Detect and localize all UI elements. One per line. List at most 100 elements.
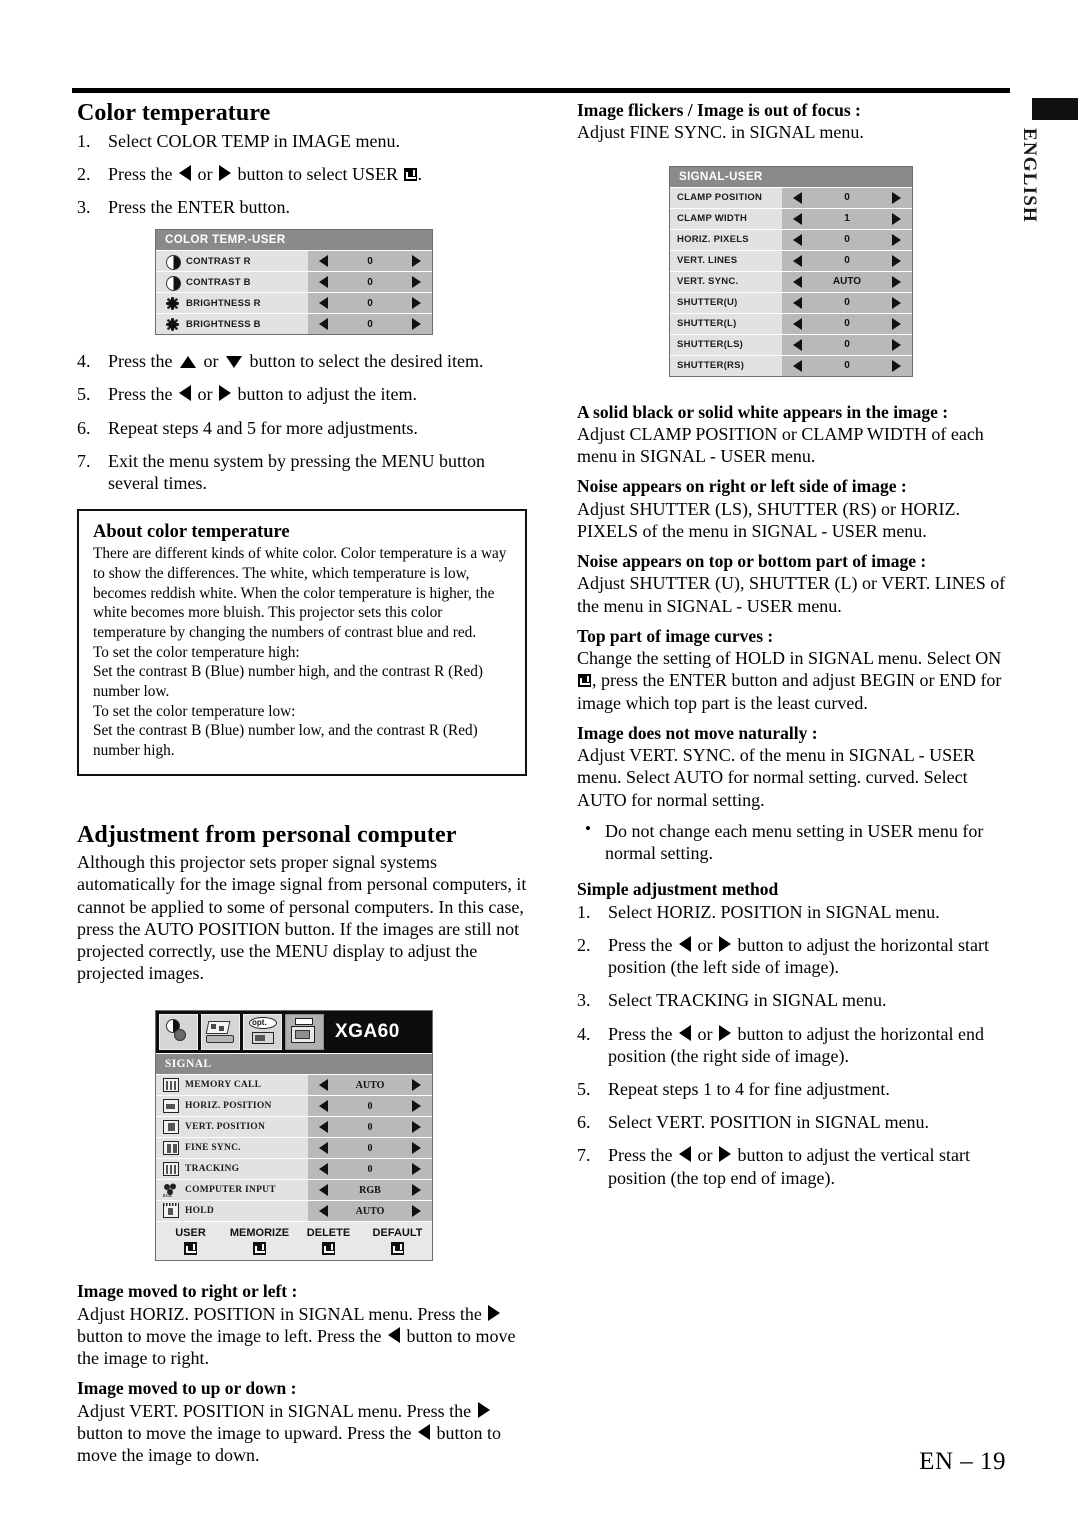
trouble-body-flicker: Adjust FINE SYNC. in SIGNAL menu. xyxy=(577,122,864,143)
menu-row-shutter-u[interactable]: SHUTTER(U) 0 xyxy=(670,291,912,313)
signal-menu[interactable]: opt. XGA60 SIGNAL MEMORY CALL AUTO HORIZ… xyxy=(155,1010,433,1262)
right-arrow-icon xyxy=(719,935,731,952)
row-value-control[interactable]: 0 xyxy=(308,1096,432,1117)
list-item: Do not change each menu setting in USER … xyxy=(577,819,1017,864)
row-value-control[interactable]: 0 xyxy=(308,1138,432,1159)
menu-row-fine-sync[interactable]: FINE SYNC. 0 xyxy=(156,1137,432,1159)
menu-row-vert-position[interactable]: VERT. POSITION 0 xyxy=(156,1116,432,1138)
menu-row-vert-sync[interactable]: VERT. SYNC. AUTO xyxy=(670,270,912,292)
menu-row-contrast-b[interactable]: CONTRAST B 0 xyxy=(156,271,432,293)
menu-row-horiz-position[interactable]: HORIZ. POSITION 0 xyxy=(156,1095,432,1117)
installation-tab-icon[interactable] xyxy=(201,1014,240,1051)
menu-row-clamp-position[interactable]: CLAMP POSITION 0 xyxy=(670,186,912,208)
button-label: MEMORIZE xyxy=(229,1227,290,1240)
left-arrow-icon xyxy=(679,1146,691,1163)
step-text-after: button to select USER xyxy=(237,163,399,184)
row-value-control[interactable]: 1 xyxy=(782,208,912,229)
memorize-button[interactable]: MEMORIZE xyxy=(225,1227,294,1256)
row-value-control[interactable]: 0 xyxy=(782,355,912,376)
signal-user-menu[interactable]: SIGNAL-USER CLAMP POSITION 0 CLAMP WIDTH… xyxy=(669,165,913,377)
trouble-body-noise-topbottom: Adjust SHUTTER (U), SHUTTER (L) or VERT.… xyxy=(577,573,1006,616)
menu-row-shutter-rs[interactable]: SHUTTER(RS) 0 xyxy=(670,354,912,376)
menu-row-horiz-pixels[interactable]: HORIZ. PIXELS 0 xyxy=(670,228,912,250)
step-text-mid: or xyxy=(697,1145,713,1166)
step-text-mid: or xyxy=(697,1023,713,1044)
row-value-control[interactable]: 0 xyxy=(308,1117,432,1138)
menu-row-clamp-width[interactable]: CLAMP WIDTH 1 xyxy=(670,207,912,229)
row-value-control[interactable]: 0 xyxy=(782,187,912,208)
right-arrow-icon xyxy=(719,1146,731,1163)
row-value-control[interactable]: 0 xyxy=(782,292,912,313)
menu-row-contrast-r[interactable]: CONTRAST R 0 xyxy=(156,250,432,272)
row-value-control[interactable]: RGB xyxy=(308,1180,432,1201)
step-item: 3. Press the ENTER button. xyxy=(77,196,527,218)
step-number: 5. xyxy=(577,1079,591,1099)
section-title-adjustment: Adjustment from personal computer xyxy=(77,821,457,848)
row-label: SHUTTER(RS) xyxy=(677,360,745,372)
about-color-temperature-box: About color temperature There are differ… xyxy=(77,509,527,776)
menu-tab-bar[interactable]: opt. XGA60 xyxy=(156,1011,432,1054)
menu-row-brightness-r[interactable]: BRIGHTNESS R 0 xyxy=(156,292,432,314)
row-value-control[interactable]: 0 xyxy=(308,314,432,335)
row-value-control[interactable]: 0 xyxy=(308,293,432,314)
menu-row-shutter-l[interactable]: SHUTTER(L) 0 xyxy=(670,312,912,334)
menu-title: SIGNAL xyxy=(156,1053,432,1075)
menu-row-vert-lines[interactable]: VERT. LINES 0 xyxy=(670,249,912,271)
row-value-control[interactable]: AUTO xyxy=(782,271,912,292)
memory-call-icon xyxy=(163,1078,179,1093)
menu-title: COLOR TEMP.-USER xyxy=(156,230,432,251)
default-button[interactable]: DEFAULT xyxy=(363,1227,432,1256)
step-text-after: button to select the desired item. xyxy=(249,351,484,372)
row-label: BRIGHTNESS R xyxy=(186,297,261,309)
step-number: 4. xyxy=(77,351,91,372)
enter-key-icon xyxy=(403,167,417,181)
enter-key-icon xyxy=(391,1242,404,1256)
menu-row-hold[interactable]: HOLD AUTO xyxy=(156,1200,432,1222)
option-tab-icon[interactable]: opt. xyxy=(243,1014,282,1051)
step-item: 6. Repeat steps 4 and 5 for more adjustm… xyxy=(77,417,527,439)
step-text: Press the ENTER button. xyxy=(108,197,290,218)
row-value-control[interactable]: 0 xyxy=(308,251,432,272)
vert-position-icon xyxy=(163,1120,179,1135)
row-value: 0 xyxy=(367,318,373,330)
enter-key-icon xyxy=(578,674,591,688)
menu-row-tracking[interactable]: TRACKING 0 xyxy=(156,1158,432,1180)
step-number: 7. xyxy=(577,1145,591,1166)
menu-row-shutter-ls[interactable]: SHUTTER(LS) 0 xyxy=(670,333,912,355)
step-item: 5. Press the or button to adjust the ite… xyxy=(77,383,527,405)
tracking-icon xyxy=(163,1162,179,1177)
image-tab-icon[interactable] xyxy=(159,1014,198,1051)
row-value-control[interactable]: 0 xyxy=(782,334,912,355)
step-text-mid: or xyxy=(197,384,213,405)
row-value-control[interactable]: 0 xyxy=(308,1159,432,1180)
note-paragraph: There are different kinds of white color… xyxy=(93,545,507,641)
signal-tab-icon[interactable] xyxy=(285,1014,324,1051)
row-value-control[interactable]: AUTO xyxy=(308,1075,432,1096)
menu-row-computer-input[interactable]: COMPUTER INPUT RGB xyxy=(156,1179,432,1201)
header-rule xyxy=(72,88,1010,93)
page-number: EN – 19 xyxy=(919,1448,1006,1475)
menu-row-memory-call[interactable]: MEMORY CALL AUTO xyxy=(156,1074,432,1096)
step-item: 1. Select COLOR TEMP in IMAGE menu. xyxy=(77,130,527,152)
step-text: Repeat steps 4 and 5 for more adjustment… xyxy=(108,417,418,438)
row-value: AUTO xyxy=(832,276,862,288)
row-value-control[interactable]: AUTO xyxy=(308,1201,432,1222)
row-value-control[interactable]: 0 xyxy=(782,313,912,334)
step-item: 1. Select HORIZ. POSITION in SIGNAL menu… xyxy=(577,901,1017,923)
step-text-end: . xyxy=(417,163,423,184)
trouble-body-solid-color: Adjust CLAMP POSITION or CLAMP WIDTH of … xyxy=(577,423,984,467)
step-text: Select TRACKING in SIGNAL menu. xyxy=(608,990,887,1011)
row-label: COMPUTER INPUT xyxy=(185,1185,276,1196)
step-number: 1. xyxy=(577,901,591,922)
delete-button[interactable]: DELETE xyxy=(294,1227,363,1256)
step-item: 2. Press the or button to select USER . xyxy=(77,163,527,185)
color-temp-user-menu[interactable]: COLOR TEMP.-USER CONTRAST R 0 CONTRAST B xyxy=(155,229,433,336)
menu-row-brightness-b[interactable]: BRIGHTNESS B 0 xyxy=(156,313,432,335)
horiz-position-icon xyxy=(163,1099,179,1114)
row-value-control[interactable]: 0 xyxy=(782,229,912,250)
menu-footer-buttons[interactable]: USER MEMORIZE DELETE DEFAULT xyxy=(156,1221,432,1261)
user-button[interactable]: USER xyxy=(156,1227,225,1256)
manual-page: ENGLISH Color temperature 1. Select COLO… xyxy=(0,0,1080,1528)
row-value-control[interactable]: 0 xyxy=(782,250,912,271)
row-value-control[interactable]: 0 xyxy=(308,272,432,293)
